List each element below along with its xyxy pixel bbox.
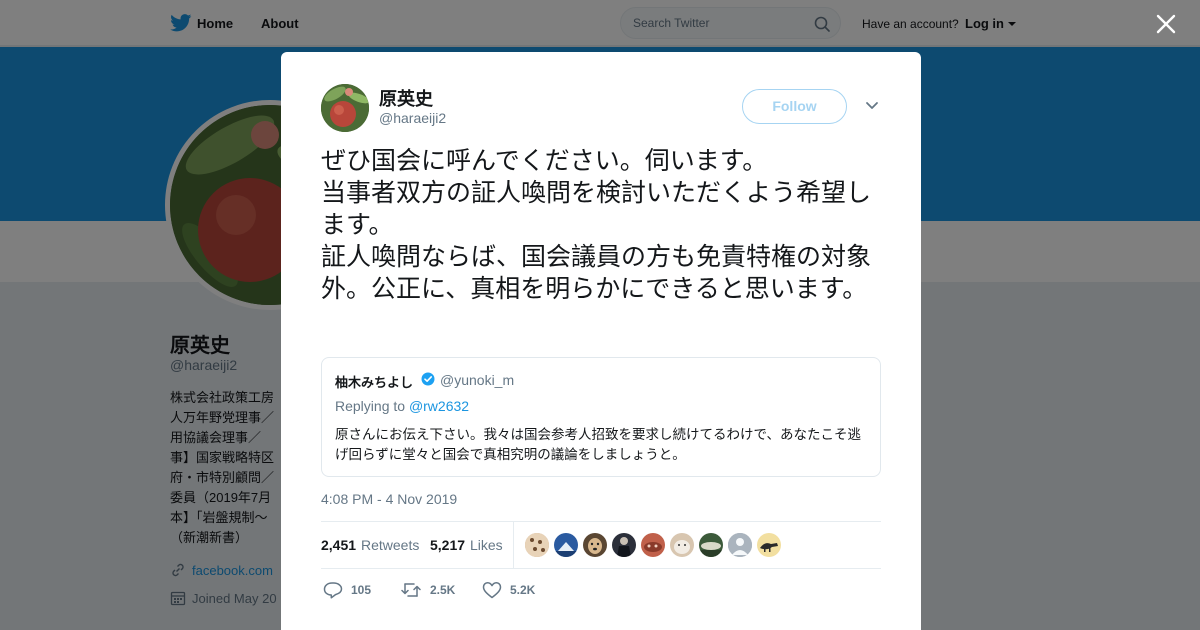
author-handle[interactable]: @haraeiji2 (379, 110, 446, 126)
liker-avatar-image (757, 533, 781, 557)
reply-icon[interactable] (323, 581, 343, 599)
liker-avatar-image (612, 533, 636, 557)
likes-label[interactable]: Likes (470, 537, 503, 553)
tweet-modal: 原英史 @haraeiji2 Follow ぜひ国会に呼んでください。伺います。… (281, 52, 921, 630)
stats-divider (513, 522, 514, 569)
like-count[interactable]: 5.2K (510, 583, 535, 597)
quoted-author-handle: @yunoki_m (440, 372, 515, 388)
liker-avatar[interactable] (670, 533, 694, 557)
replying-to-link[interactable]: @rw2632 (409, 398, 469, 414)
author-name[interactable]: 原英史 (379, 85, 433, 111)
follow-button[interactable]: Follow (742, 89, 847, 124)
tweet-timestamp[interactable]: 4:08 PM - 4 Nov 2019 (321, 491, 457, 507)
quoted-tweet[interactable]: 柚木みちよし @yunoki_m Replying to @rw2632 原さん… (321, 357, 881, 477)
heart-icon[interactable] (482, 581, 502, 599)
liker-avatar-image (699, 533, 723, 557)
peach-photo-small (321, 84, 369, 132)
liker-avatar-image (641, 533, 665, 557)
liker-avatar-image (728, 533, 752, 557)
retweet-icon[interactable] (401, 581, 421, 599)
liker-avatar[interactable] (757, 533, 781, 557)
quoted-author-name: 柚木みちよし (335, 375, 414, 390)
liker-avatar[interactable] (728, 533, 752, 557)
quoted-replying-to: Replying to @rw2632 (335, 398, 469, 414)
tweet-stats: 2,451 Retweets 5,217 Likes (321, 521, 881, 569)
retweet-count[interactable]: 2.5K (430, 583, 455, 597)
retweets-label[interactable]: Retweets (361, 537, 419, 553)
reply-count[interactable]: 105 (351, 583, 371, 597)
liker-avatar-image (525, 533, 549, 557)
liker-avatar[interactable] (699, 533, 723, 557)
liker-avatar[interactable] (641, 533, 665, 557)
liker-avatar[interactable] (525, 533, 549, 557)
retweets-count[interactable]: 2,451 (321, 537, 356, 553)
chevron-down-icon[interactable] (865, 100, 879, 112)
author-avatar[interactable] (321, 84, 369, 132)
liker-avatar-image (670, 533, 694, 557)
close-icon[interactable] (1155, 13, 1177, 35)
liker-avatar[interactable] (554, 533, 578, 557)
liker-avatar-image (554, 533, 578, 557)
likes-count[interactable]: 5,217 (430, 537, 465, 553)
verified-badge-icon (421, 372, 435, 386)
replying-prefix: Replying to (335, 398, 406, 414)
liker-avatar-image (583, 533, 607, 557)
liker-avatar[interactable] (583, 533, 607, 557)
liker-avatar[interactable] (612, 533, 636, 557)
tweet-text: ぜひ国会に呼んでください。伺います。 当事者双方の証人喚問を検討いただくよう希望… (321, 146, 872, 303)
quoted-tweet-text: 原さんにお伝え下さい。我々は国会参考人招致を要求し続けてるわけで、あなたこそ逃げ… (335, 427, 861, 462)
